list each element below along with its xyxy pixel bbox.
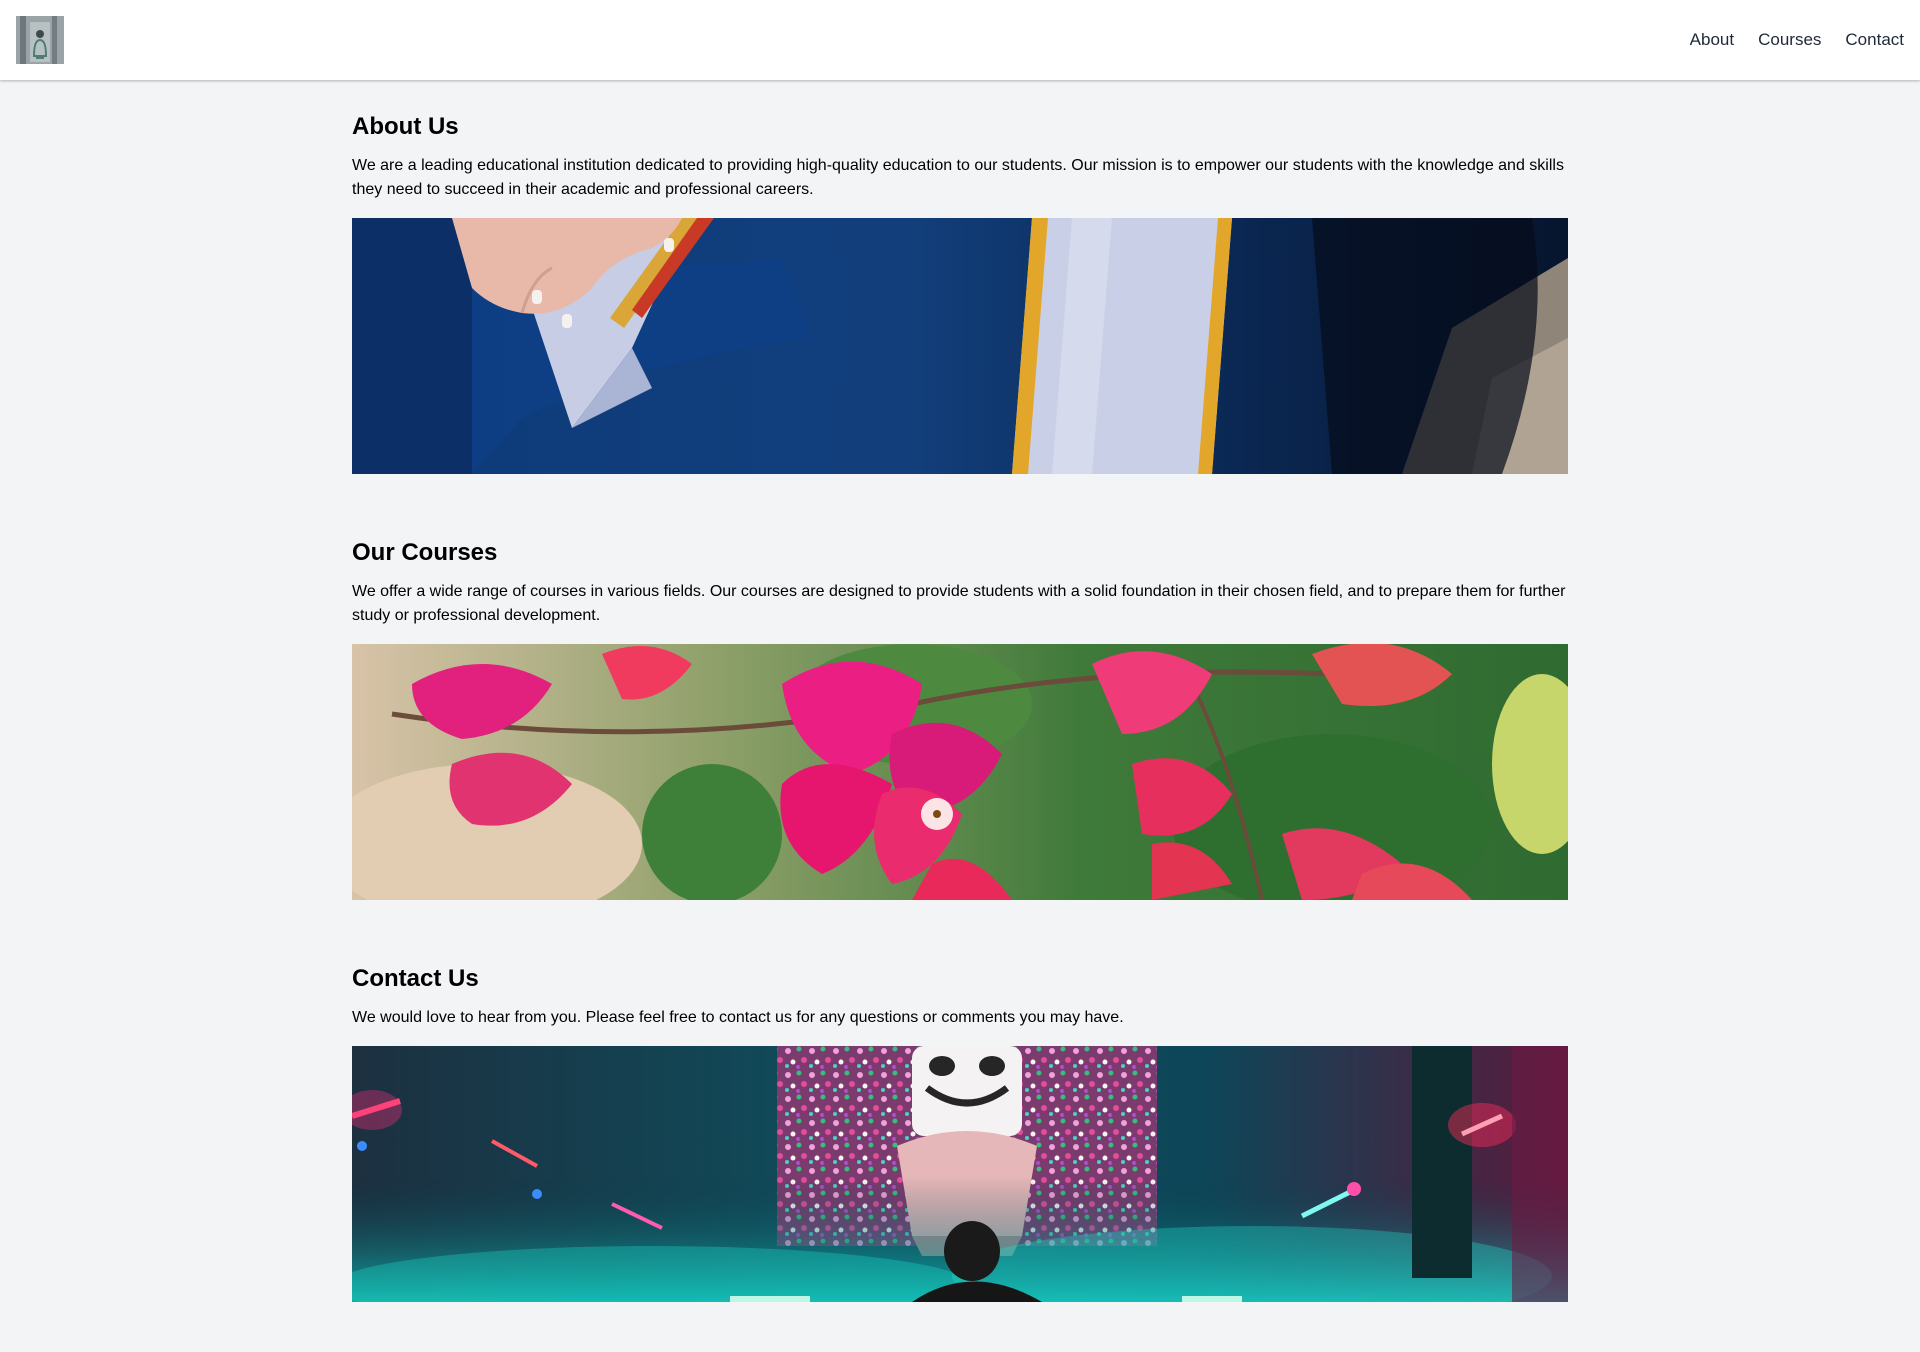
courses-text: We offer a wide range of courses in vari… <box>352 583 1566 624</box>
school-logo-icon[interactable] <box>16 16 64 64</box>
courses-heading: Our Courses <box>352 539 498 566</box>
main-nav: About Courses Contact <box>1690 30 1904 50</box>
site-header: About Courses Contact <box>0 0 1920 80</box>
courses-image <box>352 644 1568 900</box>
nav-link-contact[interactable]: Contact <box>1845 30 1904 50</box>
contact-image <box>352 1046 1568 1302</box>
about-image <box>352 218 1568 474</box>
courses-section: Our Courses We offer a wide range of cou… <box>352 538 1568 900</box>
contact-section: Contact Us We would love to hear from yo… <box>352 964 1568 1302</box>
contact-heading: Contact Us <box>352 965 479 992</box>
nav-link-courses[interactable]: Courses <box>1758 30 1821 50</box>
about-heading: About Us <box>352 113 459 140</box>
about-text: We are a leading educational institution… <box>352 157 1564 198</box>
about-section: About Us We are a leading educational in… <box>352 112 1568 474</box>
nav-link-about[interactable]: About <box>1690 30 1734 50</box>
main-content: About Us We are a leading educational in… <box>352 80 1568 1302</box>
contact-text: We would love to hear from you. Please f… <box>352 1009 1124 1026</box>
